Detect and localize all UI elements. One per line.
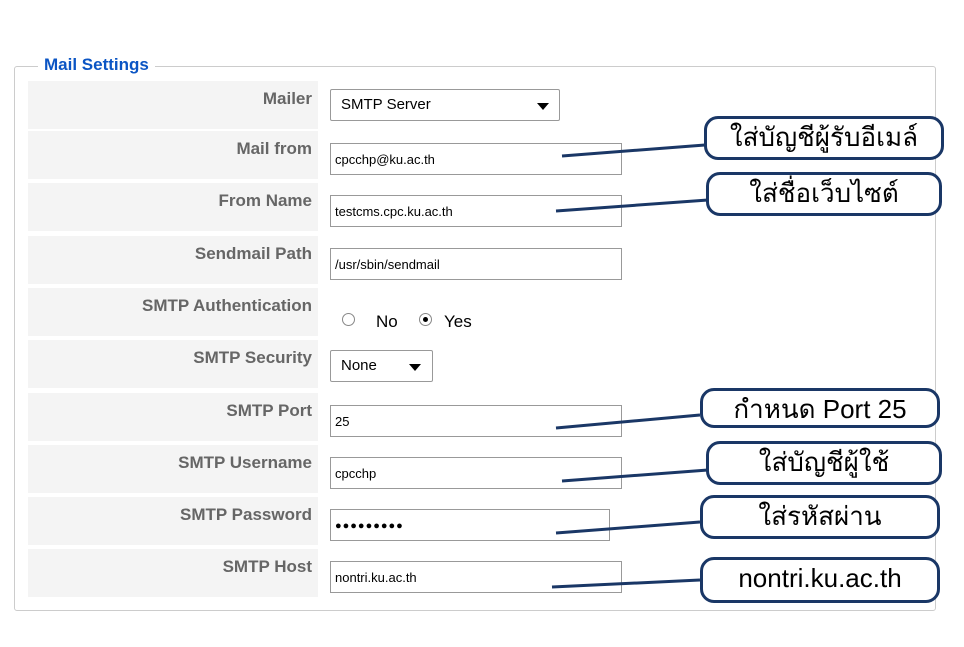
callout-smtp-password: ใส่รหัสผ่าน: [700, 495, 940, 539]
connector-smtp-port: [555, 413, 701, 430]
callout-from-name: ใส่ชื่อเว็บไซต์: [706, 172, 942, 216]
connector-mail-from: [561, 143, 706, 158]
callout-smtp-port: กำหนด Port 25: [700, 388, 940, 428]
connector-from-name: [555, 198, 709, 213]
callout-connectors: [551, 143, 709, 589]
connector-smtp-password: [555, 520, 701, 535]
connector-smtp-host: [551, 578, 701, 589]
connector-smtp-username: [561, 468, 709, 483]
callout-smtp-host: nontri.ku.ac.th: [700, 557, 940, 603]
callout-smtp-username: ใส่บัญชีผู้ใช้: [706, 441, 942, 485]
callout-mail-from: ใส่บัญชีผู้รับอีเมล์: [704, 116, 944, 160]
